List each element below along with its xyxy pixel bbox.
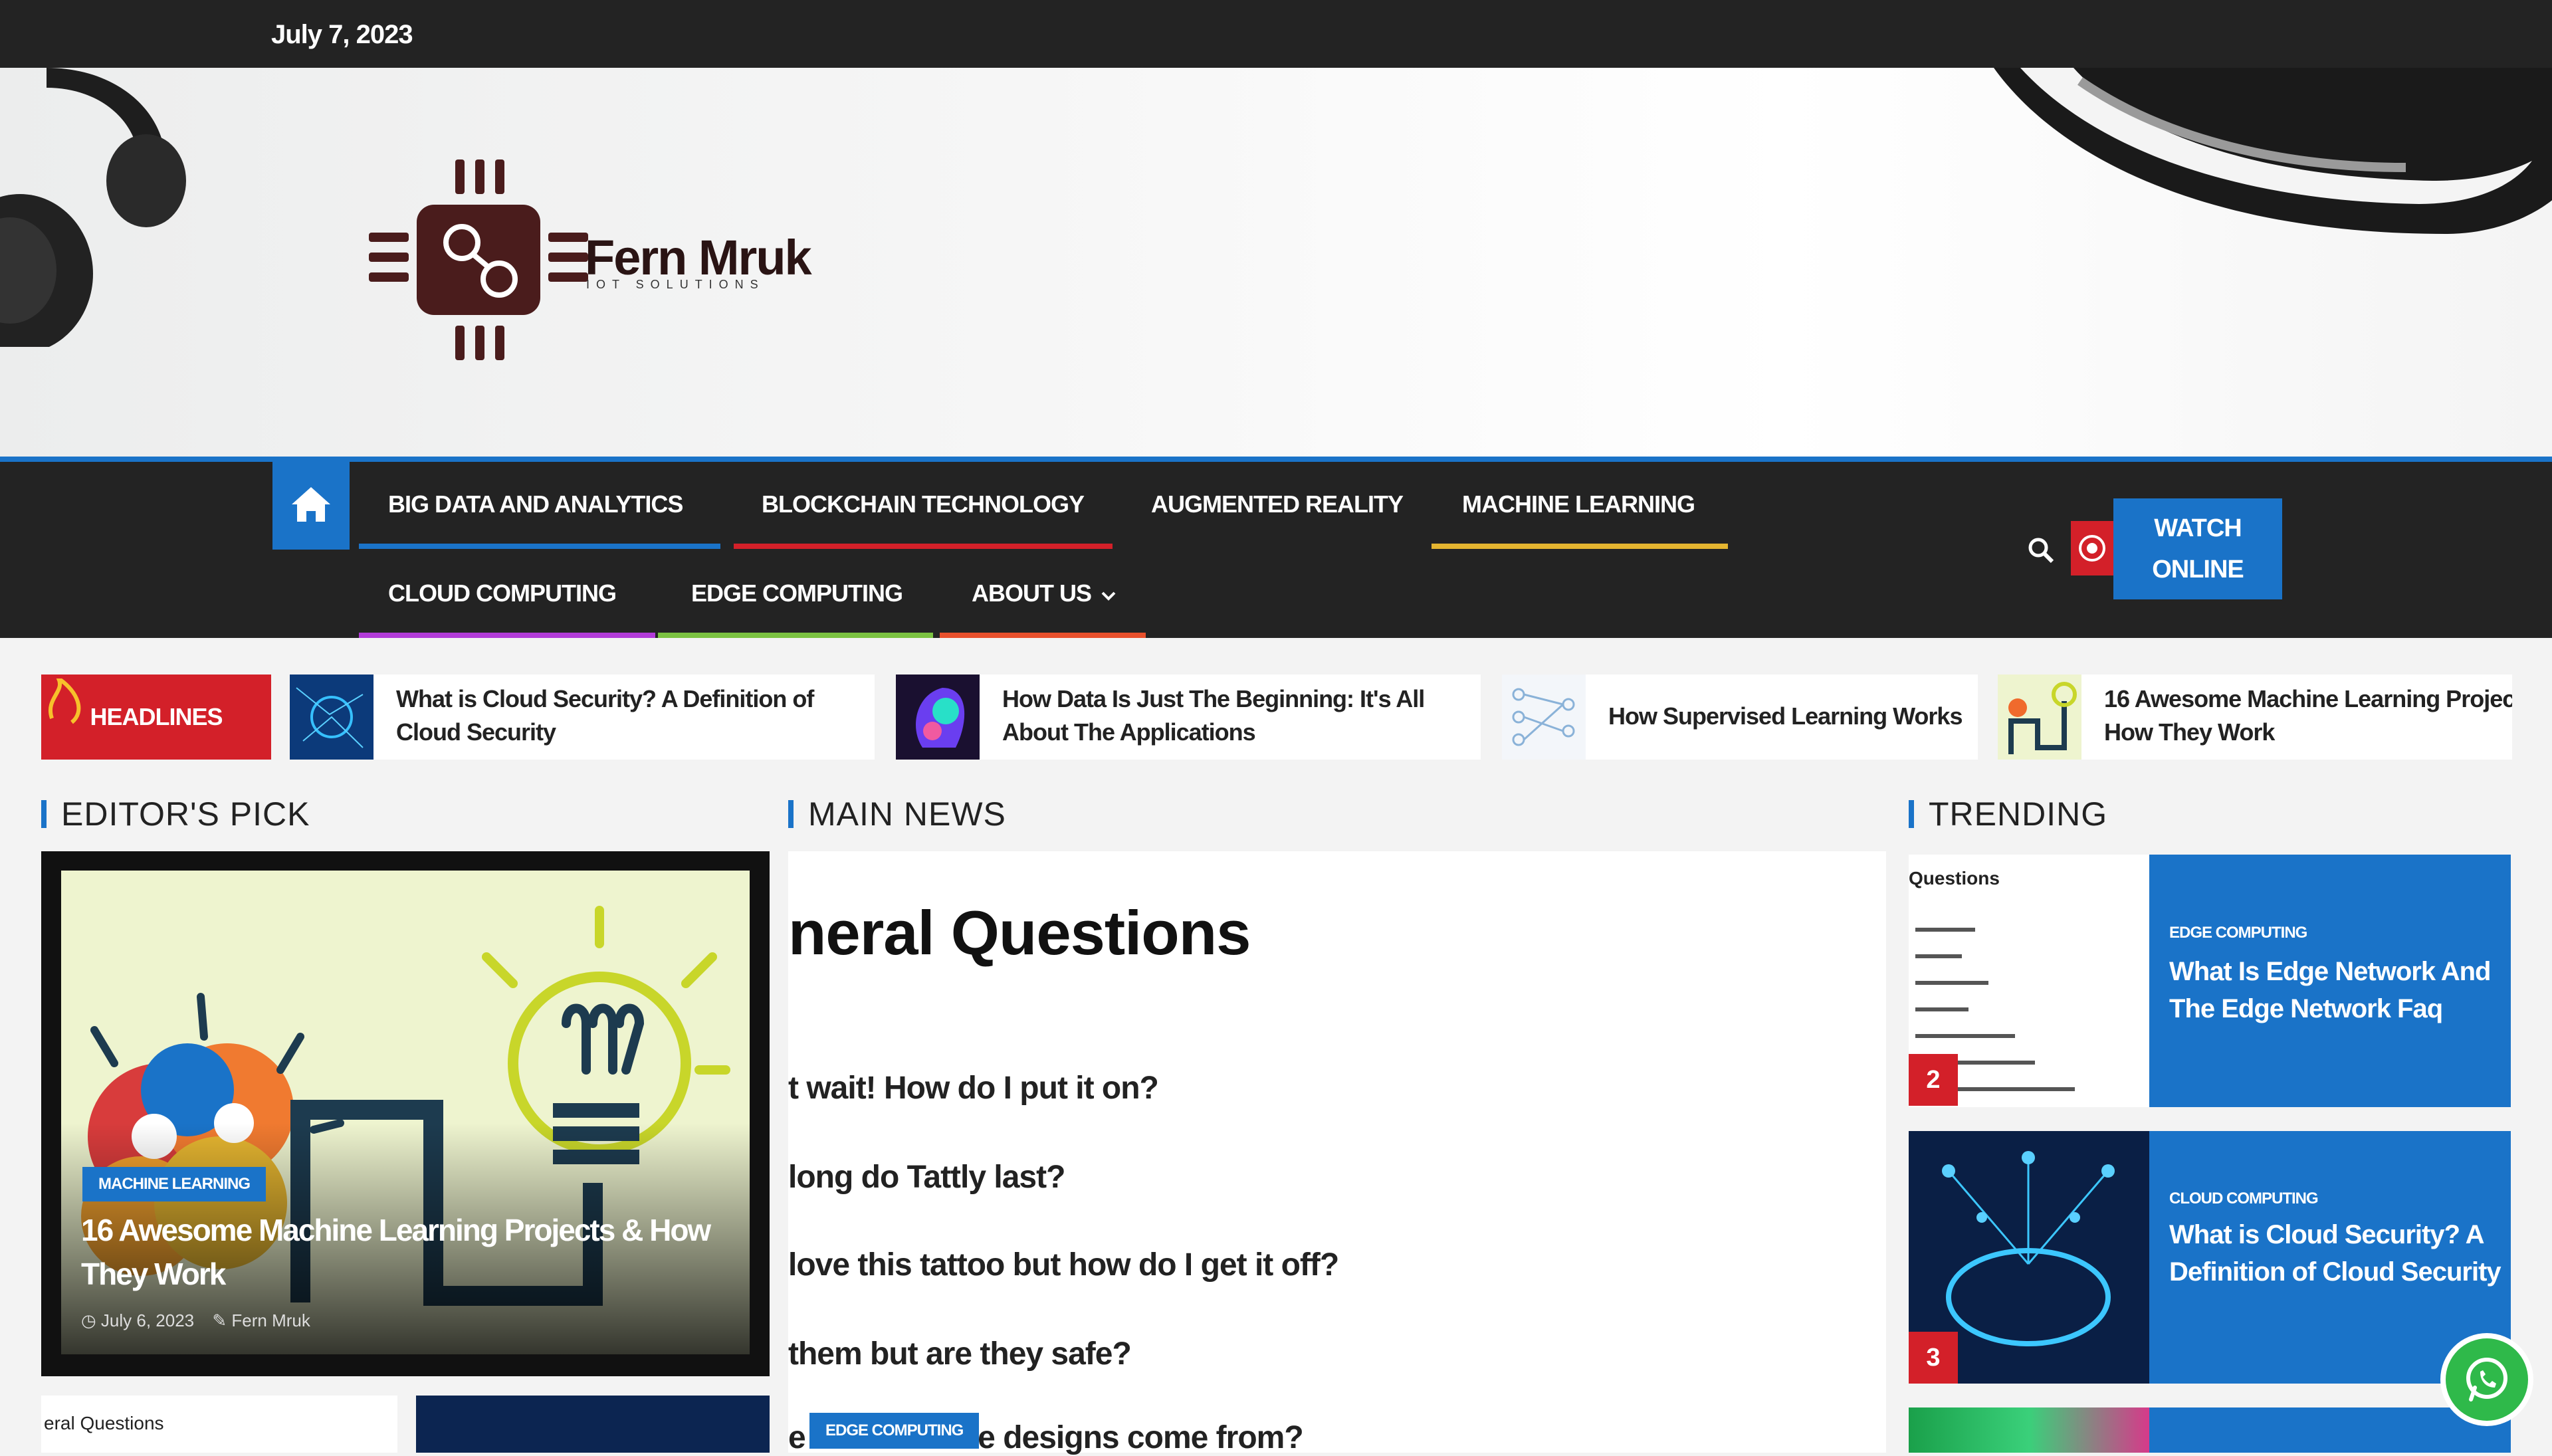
live-stream-button[interactable] xyxy=(2071,521,2113,575)
category-badge[interactable]: EDGE COMPUTING xyxy=(2169,924,2307,942)
ticker-item[interactable]: How Data Is Just The Beginning: It's All… xyxy=(896,675,1481,760)
nav-about-underline xyxy=(940,633,1146,638)
trending-rank: 3 xyxy=(1909,1332,1958,1384)
section-accent xyxy=(788,800,794,828)
watch-online-button[interactable]: WATCH ONLINE xyxy=(2113,498,2282,599)
section-heading-trending: TRENDING xyxy=(1909,795,2107,833)
nav-cloud-underline xyxy=(359,633,655,638)
ticker-thumb-image xyxy=(290,675,373,760)
editors-pick-title[interactable]: 16 Awesome Machine Learning Projects & H… xyxy=(81,1208,746,1296)
post-date: July 6, 2023 xyxy=(100,1310,195,1330)
headlines-label: HEADLINES xyxy=(41,675,271,760)
clock-icon: ◷ xyxy=(81,1310,96,1330)
edit-icon: ✎ xyxy=(212,1310,227,1330)
nav-about-us[interactable]: ABOUT US xyxy=(972,579,1116,607)
whatsapp-icon xyxy=(2466,1358,2507,1402)
nav-blockchain-underline xyxy=(734,544,1113,549)
faq-question: love this tattoo but how do I get it off… xyxy=(788,1247,1339,1283)
section-title: EDITOR'S PICK xyxy=(61,795,310,833)
nav-about-us-label: ABOUT US xyxy=(972,579,1092,607)
section-heading-main-news: MAIN NEWS xyxy=(788,795,1006,833)
trending-card[interactable] xyxy=(1909,1407,2511,1453)
section-title: MAIN NEWS xyxy=(808,795,1006,833)
headlines-text: HEADLINES xyxy=(90,703,223,730)
vr-headset-image xyxy=(1994,68,2552,234)
nav-edge-underline xyxy=(658,633,933,638)
ticker-item[interactable]: 16 Awesome Machine Learning Projects & H… xyxy=(1998,675,2512,760)
section-accent xyxy=(1909,800,1914,828)
nav-augmented-reality[interactable]: AUGMENTED REALITY xyxy=(1151,490,1404,518)
trending-card[interactable]: CLOUD COMPUTING What is Cloud Security? … xyxy=(1909,1131,2511,1384)
home-button[interactable] xyxy=(272,459,350,550)
section-accent xyxy=(41,800,47,828)
trending-title[interactable]: What Is Edge Network And The Edge Networ… xyxy=(2169,953,2501,1027)
flame-icon xyxy=(49,678,81,724)
ticker-item-title: What is Cloud Security? A Definition of … xyxy=(396,685,814,746)
ticker-thumb-image xyxy=(896,675,980,760)
nav-machine-learning-underline xyxy=(1432,544,1728,549)
ticker-item[interactable]: What is Cloud Security? A Definition of … xyxy=(290,675,875,760)
post-author[interactable]: Fern Mruk xyxy=(231,1310,310,1330)
faq-question: long do Tattly last? xyxy=(788,1160,1065,1195)
faq-question: t wait! How do I put it on? xyxy=(788,1071,1159,1106)
headphones-image xyxy=(0,68,186,347)
category-badge[interactable]: EDGE COMPUTING xyxy=(809,1413,980,1449)
chevron-down-icon xyxy=(1101,591,1116,601)
thumb-heading: Questions xyxy=(1909,868,2000,888)
main-news-heading: neral Questions xyxy=(788,898,1251,968)
category-badge[interactable]: CLOUD COMPUTING xyxy=(2169,1190,2319,1208)
section-title: TRENDING xyxy=(1929,795,2108,833)
watch-line-2: ONLINE xyxy=(2152,556,2244,583)
search-icon[interactable] xyxy=(2026,535,2056,566)
trending-rank: 2 xyxy=(1909,1054,1958,1106)
ticker-item-title: How Data Is Just The Beginning: It's All… xyxy=(1002,685,1425,746)
nav-top-accent xyxy=(0,457,2552,462)
faq-question: them but are they safe? xyxy=(788,1336,1132,1372)
home-icon xyxy=(292,486,330,522)
ticker-thumb-image xyxy=(1502,675,1586,760)
section-heading-editors-pick: EDITOR'S PICK xyxy=(41,795,310,833)
nav-edge-computing[interactable]: EDGE COMPUTING xyxy=(691,579,903,607)
ticker-item-title: 16 Awesome Machine Learning Projects & H… xyxy=(2104,685,2512,746)
nav-big-data-underline xyxy=(359,544,720,549)
editors-pick-meta: ◷ July 6, 2023 ✎ Fern Mruk xyxy=(81,1310,310,1331)
live-icon xyxy=(2079,535,2105,562)
nav-blockchain[interactable]: BLOCKCHAIN TECHNOLOGY xyxy=(762,490,1085,518)
nav-cloud-computing[interactable]: CLOUD COMPUTING xyxy=(388,579,617,607)
editors-pick-next-thumb[interactable] xyxy=(416,1396,770,1453)
trending-card[interactable]: Questions EDGE COMPUTING What Is Edge Ne… xyxy=(1909,855,2511,1107)
category-badge[interactable]: MACHINE LEARNING xyxy=(82,1167,266,1201)
whatsapp-button[interactable] xyxy=(2446,1338,2528,1421)
nav-machine-learning[interactable]: MACHINE LEARNING xyxy=(1462,490,1695,518)
trending-title[interactable]: What is Cloud Security? A Definition of … xyxy=(2169,1216,2501,1291)
trending-thumb-image xyxy=(1909,1407,2149,1453)
next-card-title: eral Questions xyxy=(44,1413,164,1433)
brand-tagline: IOT SOLUTIONS xyxy=(586,278,765,291)
watch-line-1: WATCH xyxy=(2154,514,2242,542)
ticker-thumb-image xyxy=(1998,675,2081,760)
current-date: July 7, 2023 xyxy=(271,20,413,49)
ticker-item[interactable]: How Supervised Learning Works xyxy=(1502,675,1978,760)
nav-big-data[interactable]: BIG DATA AND ANALYTICS xyxy=(388,490,683,518)
